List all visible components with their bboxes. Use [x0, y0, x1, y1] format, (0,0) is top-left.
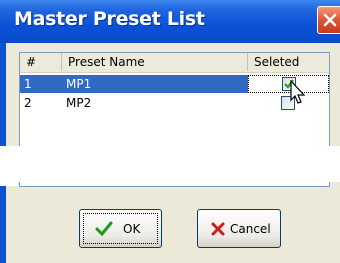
checkmark-icon	[95, 221, 113, 236]
close-icon	[323, 13, 337, 27]
cancel-button-label: Cancel	[230, 221, 271, 236]
ok-button[interactable]: OK	[79, 209, 162, 248]
column-header-number[interactable]: #	[20, 53, 62, 71]
table-row[interactable]: 2 MP2	[20, 94, 329, 112]
cancel-button[interactable]: Cancel	[197, 209, 281, 248]
list-header: # Preset Name Seleted	[20, 53, 329, 73]
ok-button-label: OK	[123, 221, 141, 236]
ok-button-focus-rect: OK	[83, 213, 158, 244]
preset-name-cell: MP1	[66, 77, 92, 91]
row-number: 1	[24, 77, 32, 91]
close-button[interactable]	[317, 6, 340, 34]
title-bar[interactable]: Master Preset List	[0, 0, 340, 43]
window-title: Master Preset List	[14, 8, 205, 30]
mouse-cursor-icon	[290, 80, 306, 104]
preset-name-cell: MP2	[66, 96, 92, 110]
white-overlay-edge	[0, 182, 18, 186]
row-number: 2	[24, 96, 32, 110]
selected-cell	[248, 75, 329, 93]
table-row[interactable]: 1 MP1	[20, 75, 329, 93]
white-overlay-band	[0, 146, 340, 182]
column-header-preset-name[interactable]: Preset Name	[62, 53, 248, 71]
cancel-x-icon	[211, 222, 225, 235]
cancel-button-inner: Cancel	[201, 213, 277, 244]
master-preset-list-dialog: Master Preset List # Preset Name Seleted…	[0, 0, 340, 263]
column-header-selected[interactable]: Seleted	[248, 53, 329, 71]
